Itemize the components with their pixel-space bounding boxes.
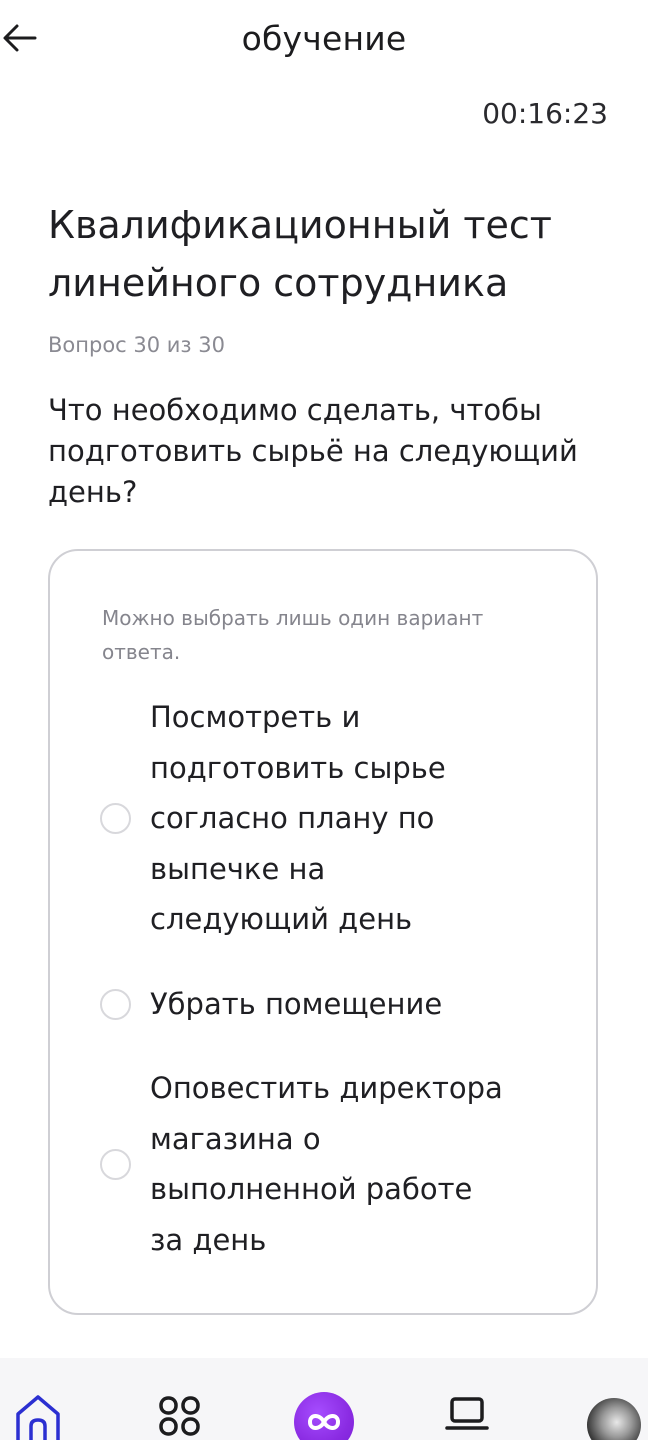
radio-button[interactable] bbox=[100, 988, 131, 1020]
top-bar: обучение bbox=[0, 0, 648, 80]
question-counter: Вопрос 30 из 30 bbox=[48, 333, 225, 357]
nav-catalog[interactable] bbox=[150, 1392, 210, 1440]
home-icon bbox=[16, 1395, 60, 1440]
question-text: Что необходимо сделать, чтобы подготовит… bbox=[48, 393, 578, 509]
answer-option-3[interactable]: Оповестить директора магазина о выполнен… bbox=[100, 1063, 520, 1265]
nav-profile[interactable] bbox=[584, 1398, 644, 1440]
answer-option-1[interactable]: Посмотреть и подготовить сырье согласно … bbox=[100, 692, 520, 945]
laptop-icon bbox=[445, 1397, 489, 1430]
answer-card: Можно выбрать лишь один вариант ответа. … bbox=[48, 549, 598, 1315]
bottom-navigation bbox=[0, 1358, 648, 1440]
answer-option-label: Посмотреть и подготовить сырье согласно … bbox=[150, 700, 446, 936]
answer-option-label: Убрать помещение bbox=[150, 987, 443, 1021]
apps-grid-icon bbox=[159, 1396, 200, 1436]
answer-option-2[interactable]: Убрать помещение bbox=[100, 979, 520, 1030]
answer-hint: Можно выбрать лишь один вариант ответа. bbox=[102, 606, 484, 664]
nav-courses[interactable] bbox=[437, 1392, 497, 1440]
timer: 00:16:23 bbox=[482, 97, 608, 130]
radio-button[interactable] bbox=[100, 802, 131, 834]
nav-main-action[interactable] bbox=[294, 1392, 354, 1440]
test-title: Квалификационный тест линейного сотрудни… bbox=[48, 203, 552, 305]
answer-option-label: Оповестить директора магазина о выполнен… bbox=[150, 1071, 503, 1257]
infinity-logo-icon bbox=[294, 1392, 354, 1440]
radio-button[interactable] bbox=[100, 1148, 131, 1180]
profile-avatar bbox=[587, 1398, 641, 1440]
nav-home[interactable] bbox=[8, 1392, 68, 1440]
page-title: обучение bbox=[241, 19, 407, 58]
